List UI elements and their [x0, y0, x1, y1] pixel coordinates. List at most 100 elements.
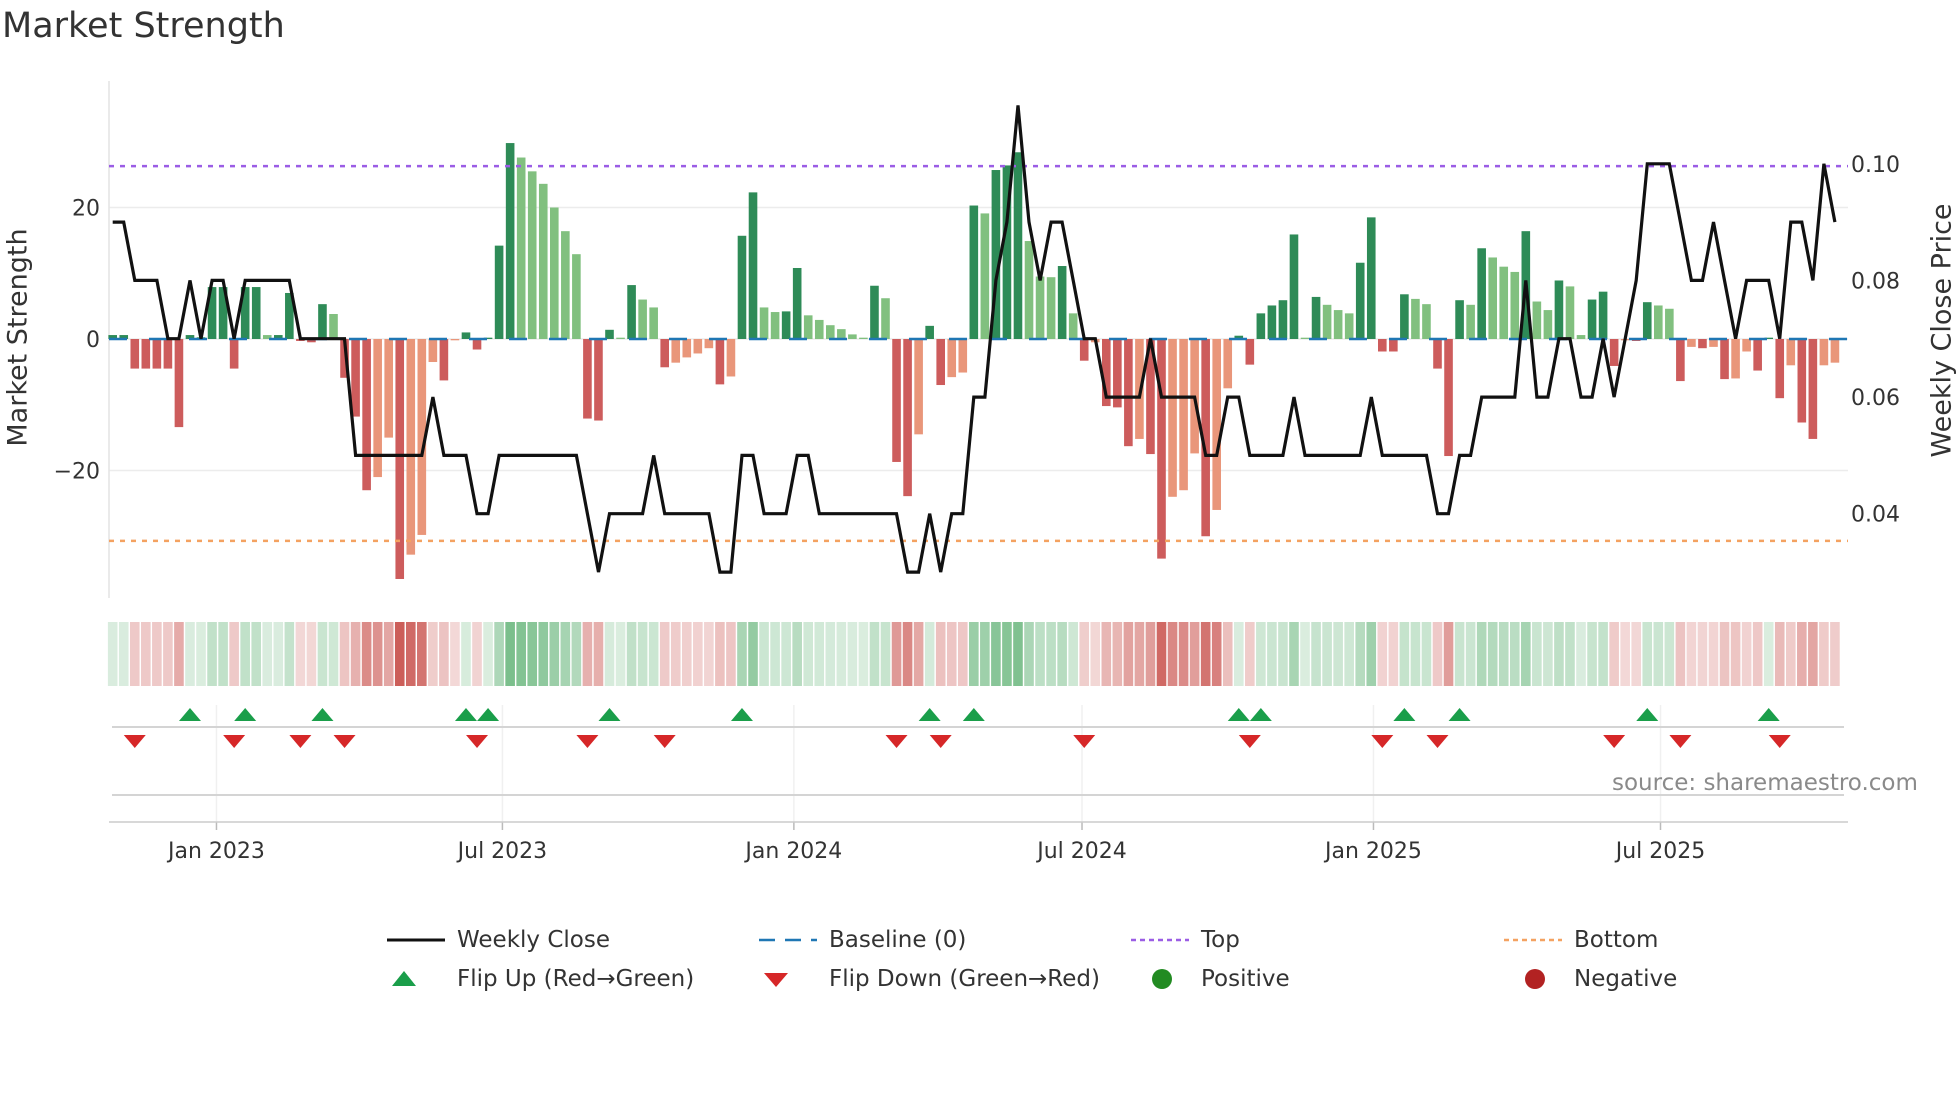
triangle-down-icon: [764, 973, 788, 987]
strength-bar: [649, 307, 658, 339]
strength-strip-cell: [1002, 622, 1012, 686]
strength-bar: [726, 339, 736, 377]
strength-bar: [1444, 339, 1453, 457]
legend-weekly-close: Weekly Close: [387, 925, 610, 955]
strength-strip-cell: [726, 622, 736, 686]
strength-strip-cell: [593, 622, 604, 686]
strength-strip-cell: [383, 622, 394, 686]
strength-bar: [130, 339, 140, 369]
strength-bar: [1775, 339, 1785, 399]
strength-strip-cell: [1620, 622, 1630, 686]
x-tick-label: Jan 2023: [166, 839, 265, 864]
strength-strip-cell: [196, 622, 206, 686]
strength-strip-cell: [1035, 622, 1045, 686]
legend-label: Bottom: [1574, 927, 1659, 953]
strength-bar: [1808, 339, 1818, 439]
source-note: source: sharemaestro.com: [1612, 770, 1918, 796]
strength-bar: [1477, 248, 1486, 339]
flip-up-marker: [234, 708, 257, 721]
flip-down-marker: [466, 735, 489, 748]
legend-negative: Negative: [1504, 964, 1677, 994]
strength-bar: [174, 339, 184, 428]
strength-strip-cell: [836, 622, 847, 686]
strength-strip-cell: [582, 622, 593, 686]
strength-bar: [1267, 305, 1277, 339]
strength-bar: [748, 192, 758, 339]
strength-bar: [1642, 302, 1652, 339]
strength-strip-cell: [1300, 622, 1310, 686]
strength-bar: [925, 325, 934, 339]
strength-strip-cell: [1046, 622, 1056, 686]
strength-strip-cell: [1730, 622, 1741, 686]
triangle-up-icon: [392, 971, 416, 986]
strength-strip-cell: [1576, 622, 1586, 686]
strength-bar: [505, 143, 515, 339]
strength-bar: [1355, 262, 1365, 339]
strength-bar: [1576, 335, 1586, 339]
strength-bar: [1499, 266, 1509, 339]
strength-strip-cell: [494, 622, 504, 686]
strength-strip-cell: [538, 622, 549, 686]
strength-strip-cell: [1808, 622, 1818, 686]
strength-strip-cell: [461, 622, 471, 686]
strength-strip-cell: [604, 622, 615, 686]
strength-strip-cell: [339, 622, 350, 686]
strength-strip-cell: [792, 622, 802, 686]
flip-up-marker: [598, 708, 621, 721]
strength-strip-cell: [1454, 622, 1465, 686]
strength-bar: [1654, 305, 1663, 339]
strength-strip-cell: [1178, 622, 1189, 686]
strength-bar: [594, 339, 603, 421]
strength-bar: [329, 314, 338, 339]
y-tick-label: −20: [54, 460, 100, 485]
strength-strip-cell: [704, 622, 714, 686]
strength-bar: [538, 183, 548, 339]
strength-strip-cell: [1410, 622, 1421, 686]
strength-bar: [550, 207, 559, 339]
strength-strip-cell: [1322, 622, 1332, 686]
flip-up-marker: [1249, 708, 1272, 721]
strength-bar: [229, 339, 239, 369]
strength-strip-cell: [317, 622, 328, 686]
flip-up-marker: [477, 708, 500, 721]
strength-strip-cell: [1245, 622, 1255, 686]
strength-strip-cell: [361, 622, 372, 686]
strength-bar: [516, 157, 526, 339]
legend-bottom: Bottom: [1504, 925, 1658, 955]
strength-bar: [527, 171, 537, 339]
strength-strip-cell: [1366, 622, 1377, 686]
strength-strip-cell: [394, 622, 405, 686]
strength-strip-cell: [1200, 622, 1211, 686]
strength-strip-cell: [615, 622, 626, 686]
strength-strip-cell: [814, 622, 825, 686]
strength-strip-cell: [350, 622, 361, 686]
strength-bar: [1046, 277, 1056, 339]
strength-strip-cell: [1090, 622, 1101, 686]
strength-bar: [969, 205, 979, 339]
strength-strip-cell: [1256, 622, 1266, 686]
strength-bar: [395, 339, 405, 579]
strength-bar: [759, 307, 769, 339]
circle-green-icon: [1152, 969, 1172, 989]
strength-strip-cell: [648, 622, 659, 686]
strength-bar: [1024, 241, 1034, 339]
legend-label: Negative: [1574, 966, 1678, 992]
strength-strip-cell: [880, 622, 891, 686]
strength-bar: [351, 339, 360, 417]
strength-bar: [704, 339, 714, 349]
strength-bar: [1079, 339, 1089, 361]
legend-label: Top: [1201, 927, 1240, 953]
strength-strip-cell: [472, 622, 482, 686]
flip-up-marker: [311, 708, 334, 721]
strength-bar: [627, 285, 636, 339]
strength-bar: [1366, 217, 1376, 339]
strength-strip-cell: [1598, 622, 1608, 686]
y-tick-label: 0: [86, 328, 100, 353]
strength-strip-cell: [1465, 622, 1476, 686]
strength-strip-cell: [659, 622, 670, 686]
strength-bar: [1488, 257, 1497, 339]
x-tick-label: Jul 2023: [456, 839, 548, 864]
strength-bar: [318, 304, 327, 339]
strength-bar: [1013, 152, 1023, 339]
strength-strip-cell: [218, 622, 228, 686]
